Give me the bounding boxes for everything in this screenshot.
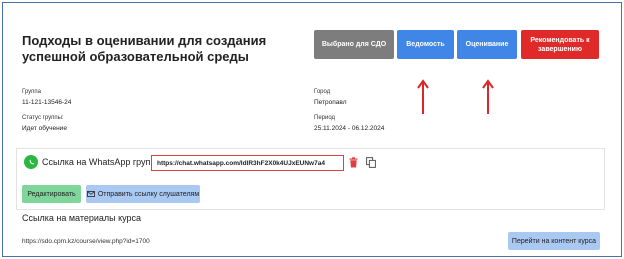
course-materials-url: https://sdo.cpm.kz/course/view.php?id=17… — [22, 238, 150, 245]
whatsapp-link-input[interactable] — [151, 155, 344, 171]
trash-icon[interactable] — [349, 157, 358, 168]
whatsapp-icon — [24, 155, 38, 169]
status-value: Идет обучение — [22, 125, 67, 132]
copy-icon[interactable] — [366, 157, 376, 168]
status-label: Статус группы: — [22, 115, 64, 121]
recommend-completion-button[interactable]: Рекомендовать к завершению — [521, 30, 599, 59]
period-value: 25.11.2024 - 06.12.2024 — [314, 125, 385, 132]
mail-icon — [86, 191, 95, 197]
group-value: 11-121-13546-24 — [22, 99, 72, 106]
city-value: Петропавл — [314, 99, 347, 106]
send-link-button[interactable]: Отправить ссылку слушателям — [86, 185, 200, 203]
page-title: Подходы в оценивании для создания успешн… — [22, 33, 267, 64]
selected-for-lms-button[interactable]: Выбрано для СДО — [314, 30, 394, 59]
send-link-label: Отправить ссылку слушателям — [97, 190, 200, 198]
annotation-arrow-icon — [482, 79, 494, 114]
city-label: Город — [314, 89, 331, 95]
whatsapp-group-label: Ссылка на WhatsApp группу — [42, 157, 160, 167]
edit-button[interactable]: Редактировать — [22, 185, 81, 203]
course-materials-title: Ссылка на материалы курса — [22, 213, 142, 223]
period-label: Период — [314, 115, 336, 121]
annotation-arrow-icon — [417, 79, 429, 114]
go-to-course-content-button[interactable]: Перейти на контент курса — [508, 232, 600, 250]
gradebook-button[interactable]: Ведомость — [397, 30, 454, 59]
group-label: Группа — [22, 89, 42, 95]
assessment-button[interactable]: Оценивание — [457, 30, 517, 59]
